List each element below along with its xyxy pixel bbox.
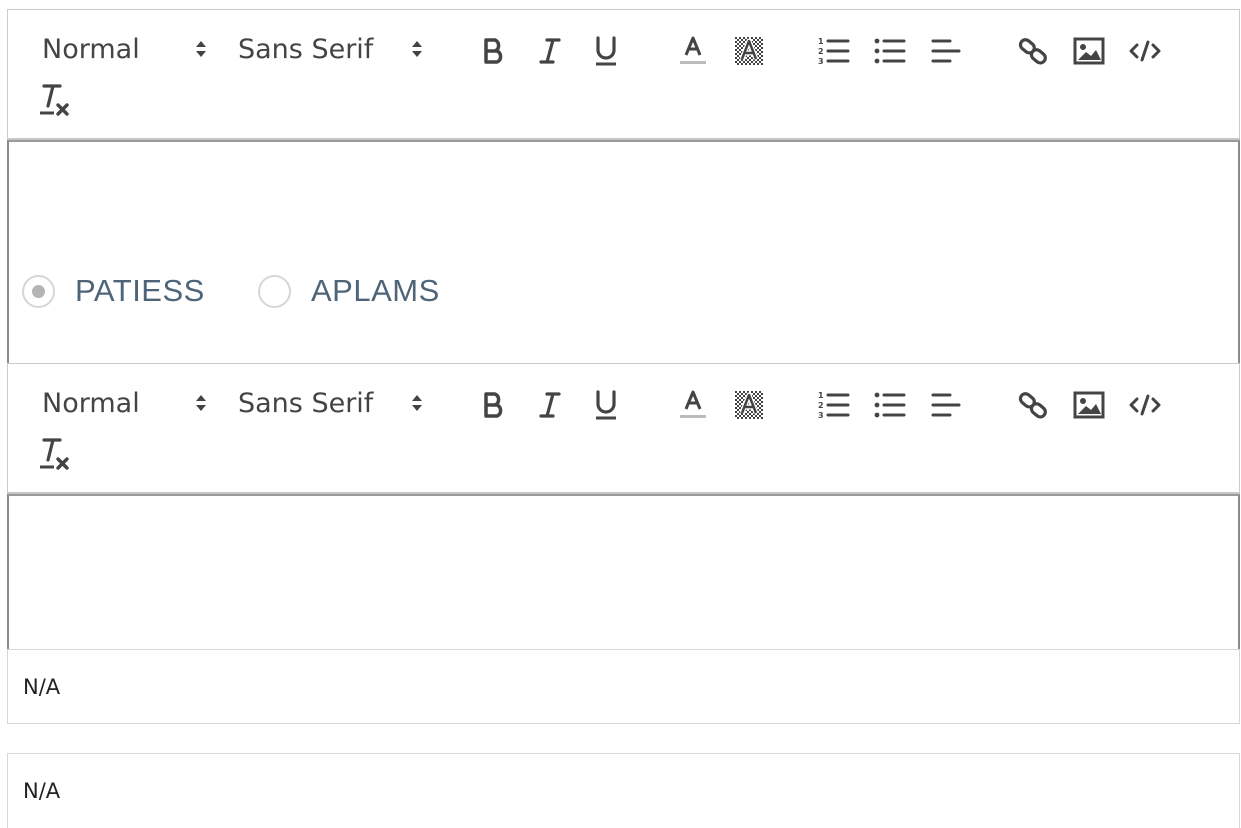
radio-option-aplams[interactable]: APLAMS bbox=[258, 273, 440, 309]
font-color-icon bbox=[680, 390, 706, 418]
radio-label: APLAMS bbox=[311, 273, 440, 308]
align-left-icon bbox=[931, 39, 961, 63]
chevron-up-down-icon bbox=[412, 395, 422, 411]
link-icon bbox=[1018, 392, 1047, 419]
ordered-list-icon: 1 2 3 bbox=[818, 391, 850, 420]
code-block-button[interactable] bbox=[1126, 32, 1164, 70]
image-icon bbox=[1073, 37, 1105, 65]
background-color-button[interactable] bbox=[730, 32, 768, 70]
radio-label: PATIESS bbox=[75, 273, 205, 308]
clear-format-icon bbox=[40, 438, 69, 470]
radio-button-unchecked[interactable] bbox=[258, 274, 291, 308]
svg-text:2: 2 bbox=[818, 401, 824, 410]
bullet-list-icon bbox=[874, 392, 906, 418]
chevron-up-down-icon bbox=[412, 41, 422, 57]
text-field-1[interactable]: N/A bbox=[7, 649, 1240, 724]
chevron-up-down-icon bbox=[196, 395, 206, 411]
font-color-button[interactable] bbox=[674, 32, 712, 70]
font-color-button[interactable] bbox=[674, 386, 712, 424]
ordered-list-button[interactable]: 1 2 3 bbox=[815, 32, 853, 70]
italic-icon bbox=[539, 392, 561, 418]
font-select-label: Sans Serif bbox=[238, 34, 374, 65]
clear-format-button[interactable] bbox=[38, 434, 74, 474]
svg-text:1: 1 bbox=[818, 37, 824, 46]
background-color-icon bbox=[735, 37, 763, 65]
link-icon bbox=[1018, 38, 1047, 65]
code-icon bbox=[1129, 40, 1161, 62]
radio-option-patiess[interactable]: PATIESS bbox=[22, 273, 205, 309]
font-select[interactable]: Sans Serif bbox=[238, 388, 422, 420]
image-button[interactable] bbox=[1070, 386, 1108, 424]
font-select[interactable]: Sans Serif bbox=[238, 34, 422, 66]
ordered-list-button[interactable]: 1 2 3 bbox=[815, 386, 853, 424]
underline-button[interactable] bbox=[587, 386, 625, 424]
rich-text-editor-2[interactable] bbox=[7, 494, 1240, 650]
editor-toolbar-1: Normal Sans Serif 1 2 3 bbox=[7, 9, 1240, 140]
svg-text:3: 3 bbox=[818, 411, 824, 420]
underline-button[interactable] bbox=[587, 32, 625, 70]
font-color-icon bbox=[680, 36, 706, 64]
underline-icon bbox=[596, 390, 616, 420]
bold-button[interactable] bbox=[475, 386, 513, 424]
svg-text:3: 3 bbox=[818, 57, 824, 66]
radio-dot bbox=[32, 284, 45, 298]
bullet-list-button[interactable] bbox=[871, 32, 909, 70]
background-color-icon bbox=[735, 391, 763, 419]
italic-icon bbox=[539, 38, 561, 64]
editor-toolbar-2: Normal Sans Serif 1 2 3 bbox=[7, 363, 1240, 494]
chevron-up-down-icon bbox=[196, 41, 206, 57]
header-select[interactable]: Normal bbox=[42, 388, 206, 420]
align-left-button[interactable] bbox=[927, 32, 965, 70]
header-select[interactable]: Normal bbox=[42, 34, 206, 66]
header-select-label: Normal bbox=[42, 388, 140, 419]
svg-text:2: 2 bbox=[818, 47, 824, 56]
image-button[interactable] bbox=[1070, 32, 1108, 70]
svg-text:1: 1 bbox=[818, 391, 824, 400]
align-left-icon bbox=[931, 393, 961, 417]
italic-button[interactable] bbox=[531, 32, 569, 70]
background-color-button[interactable] bbox=[730, 386, 768, 424]
text-field-2[interactable]: N/A bbox=[7, 753, 1240, 828]
bold-button[interactable] bbox=[475, 32, 513, 70]
code-block-button[interactable] bbox=[1126, 386, 1164, 424]
header-select-label: Normal bbox=[42, 34, 140, 65]
underline-icon bbox=[596, 36, 616, 66]
clear-format-button[interactable] bbox=[38, 80, 74, 120]
radio-button-checked[interactable] bbox=[22, 274, 55, 308]
italic-button[interactable] bbox=[531, 386, 569, 424]
rich-text-editor-1[interactable]: PATIESS APLAMS bbox=[7, 140, 1240, 364]
text-field-value: N/A bbox=[23, 779, 61, 803]
code-icon bbox=[1129, 394, 1161, 416]
bullet-list-icon bbox=[874, 38, 906, 64]
link-button[interactable] bbox=[1014, 32, 1052, 70]
link-button[interactable] bbox=[1014, 386, 1052, 424]
ordered-list-icon: 1 2 3 bbox=[818, 37, 850, 66]
font-select-label: Sans Serif bbox=[238, 388, 374, 419]
text-field-value: N/A bbox=[23, 674, 61, 699]
image-icon bbox=[1073, 391, 1105, 419]
align-left-button[interactable] bbox=[927, 386, 965, 424]
clear-format-icon bbox=[40, 84, 69, 116]
bold-icon bbox=[484, 392, 503, 418]
bold-icon bbox=[484, 38, 503, 64]
bullet-list-button[interactable] bbox=[871, 386, 909, 424]
